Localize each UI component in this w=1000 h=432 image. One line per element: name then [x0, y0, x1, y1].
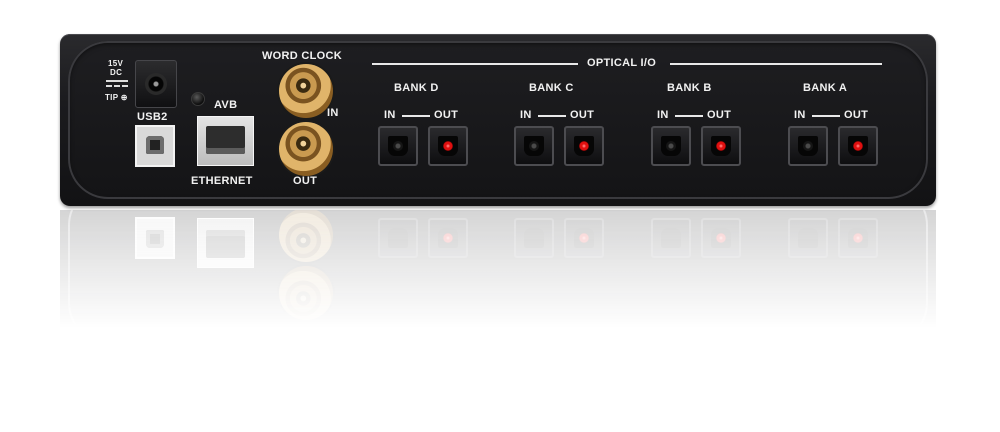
tip-polarity-label: TIP ⊕	[105, 93, 128, 102]
bank-link-line	[812, 115, 840, 117]
optical-out-port[interactable]	[428, 126, 468, 166]
reflection-bnc	[279, 266, 333, 320]
optical-out-port[interactable]	[838, 126, 878, 166]
bank-out-label: OUT	[570, 109, 595, 121]
reflection-optical	[514, 218, 554, 258]
bank-out-label: OUT	[844, 109, 869, 121]
optical-divider-left	[372, 63, 578, 65]
optical-in-port[interactable]	[788, 126, 828, 166]
usb-label: USB2	[137, 111, 168, 123]
dc-power-jack[interactable]	[135, 60, 177, 108]
chassis-screw	[191, 92, 205, 106]
dc-symbol	[106, 80, 128, 82]
word-clock-out-bnc[interactable]	[279, 122, 333, 176]
bank-name: BANK C	[529, 82, 574, 94]
reflection-bnc	[279, 210, 333, 262]
optical-in-port[interactable]	[651, 126, 691, 166]
word-clock-in-bnc[interactable]	[279, 64, 333, 118]
reflection-optical	[428, 218, 468, 258]
optical-io-title: OPTICAL I/O	[587, 57, 657, 69]
dc-symbol-dashed	[106, 85, 128, 87]
word-clock-out-label: OUT	[293, 175, 318, 187]
reflection-optical	[838, 218, 878, 258]
bank-name: BANK D	[394, 82, 439, 94]
ethernet-label: ETHERNET	[191, 175, 253, 187]
reflection-optical	[564, 218, 604, 258]
bank-link-line	[538, 115, 566, 117]
reflection-optical	[788, 218, 828, 258]
ethernet-port[interactable]	[197, 116, 254, 166]
bank-in-label: IN	[520, 109, 532, 121]
bank-in-label: IN	[657, 109, 669, 121]
bank-in-label: IN	[794, 109, 806, 121]
reflection-ethernet	[197, 218, 254, 268]
avb-label: AVB	[214, 99, 238, 111]
reflection-optical	[651, 218, 691, 258]
optical-in-port[interactable]	[378, 126, 418, 166]
bank-out-label: OUT	[434, 109, 459, 121]
reflection-optical	[378, 218, 418, 258]
power-voltage-label: 15V	[108, 59, 124, 68]
word-clock-title: WORD CLOCK	[262, 50, 342, 62]
audio-interface-rear-panel: 15V DC TIP ⊕ USB2 AVB ETHERNET WORD CLOC…	[60, 34, 936, 206]
bank-link-line	[402, 115, 430, 117]
bank-name: BANK A	[803, 82, 848, 94]
optical-divider-right	[670, 63, 882, 65]
reflection-chassis	[60, 210, 936, 350]
bank-link-line	[675, 115, 703, 117]
optical-out-port[interactable]	[564, 126, 604, 166]
word-clock-in-label: IN	[327, 107, 339, 119]
bank-in-label: IN	[384, 109, 396, 121]
reflection-usb	[135, 217, 175, 259]
power-type-label: DC	[110, 68, 123, 77]
optical-out-port[interactable]	[701, 126, 741, 166]
bank-name: BANK B	[667, 82, 712, 94]
bank-out-label: OUT	[707, 109, 732, 121]
usb-b-port[interactable]	[135, 125, 175, 167]
floor-reflection	[60, 210, 936, 350]
optical-in-port[interactable]	[514, 126, 554, 166]
reflection-optical	[701, 218, 741, 258]
